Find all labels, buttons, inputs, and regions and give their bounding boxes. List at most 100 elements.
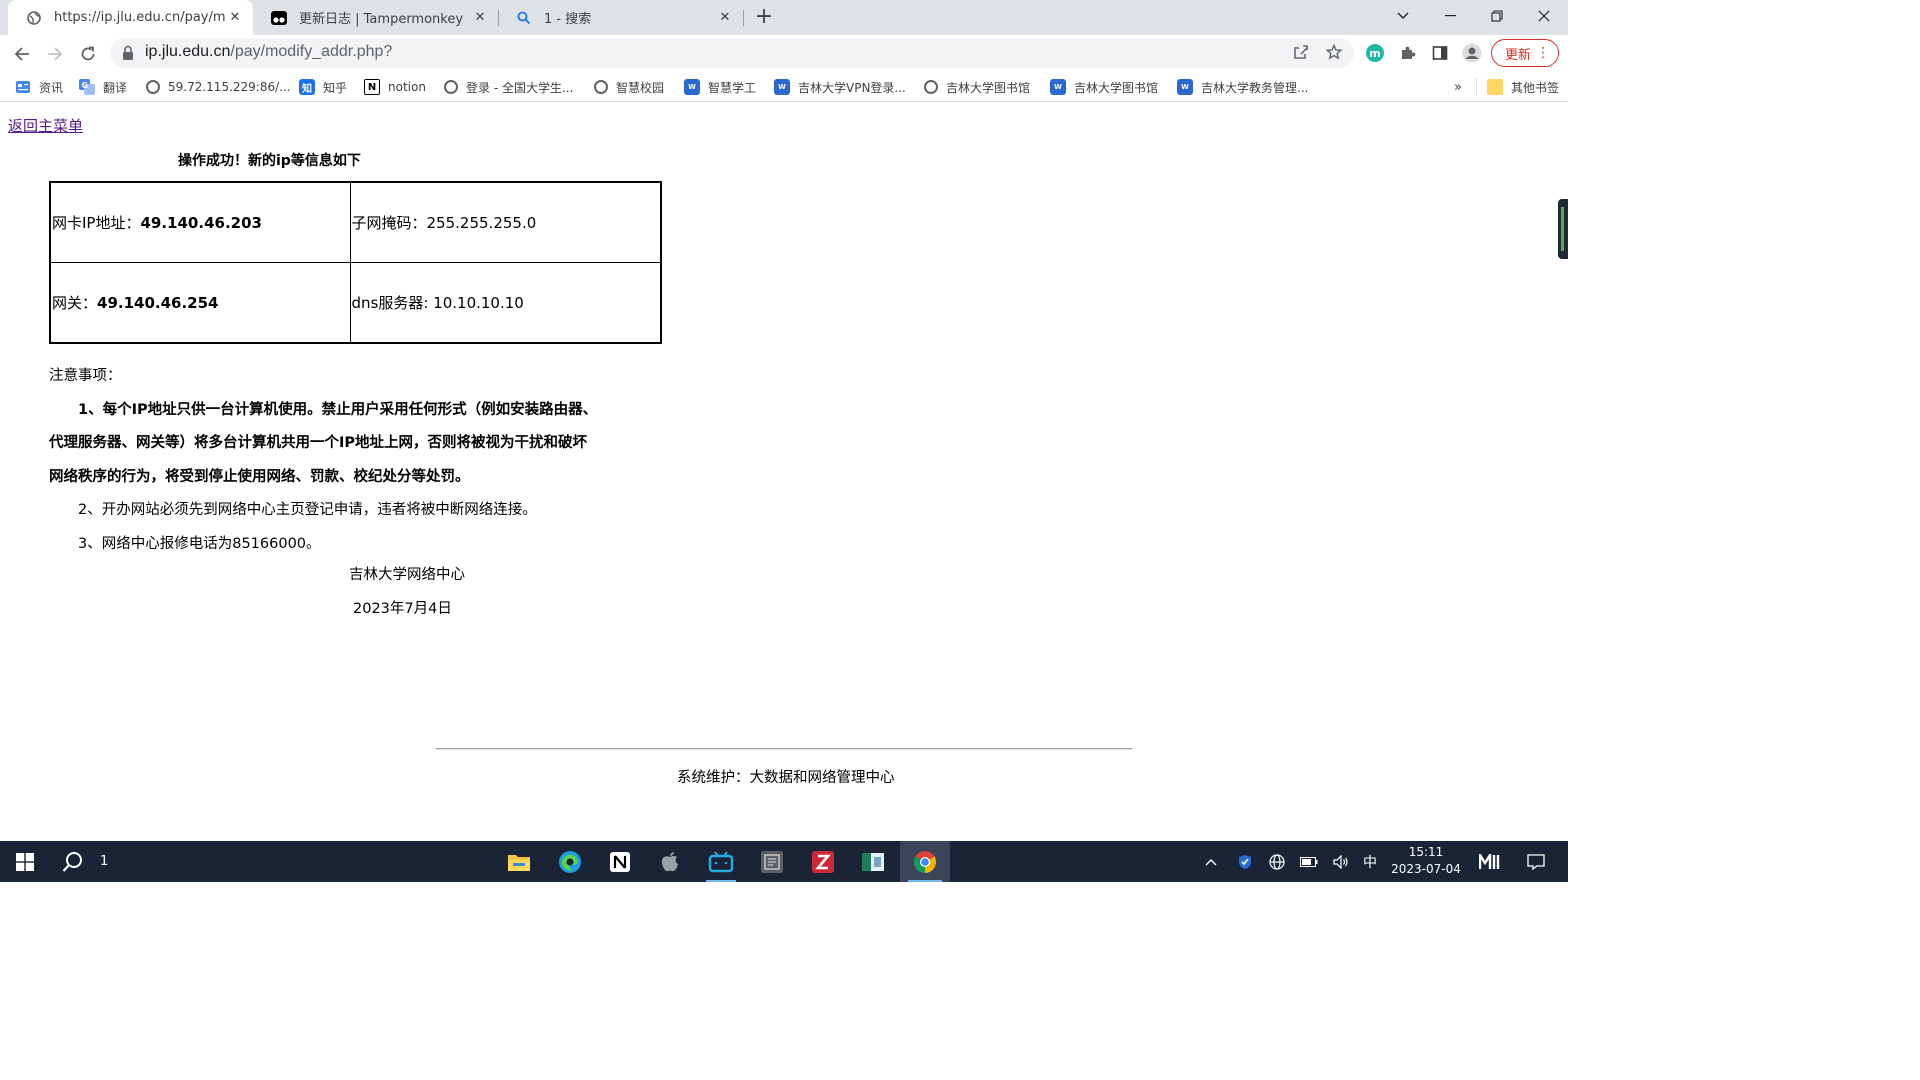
app-logo-icon[interactable]	[1476, 841, 1504, 882]
apple-app-icon[interactable]	[647, 841, 693, 882]
network-globe-icon[interactable]	[1266, 841, 1288, 882]
tab-title: 1 - 搜索	[544, 12, 592, 27]
bookmark-item[interactable]: W 吉林大学VPN登录...	[774, 78, 906, 96]
bookmark-star-icon[interactable]	[1324, 43, 1344, 64]
lock-icon[interactable]	[122, 45, 138, 61]
notice-item-1-line-1: 1、每个IP地址只供一台计算机使用。禁止用户采用任何形式（例如安装路由器、	[78, 401, 598, 418]
globe-icon	[146, 80, 160, 94]
system-clock[interactable]: 15:11 2023-07-04	[1380, 844, 1472, 878]
restore-icon[interactable]	[1474, 0, 1520, 32]
table-row: 网卡IP地址：49.140.46.203 子网掩码：255.255.255.0	[49, 181, 662, 263]
bookmark-item[interactable]: Nnotion	[364, 78, 426, 96]
bookmark-item[interactable]: 知知乎	[299, 78, 347, 96]
bookmark-item[interactable]: 吉林大学图书馆	[924, 78, 1030, 96]
forward-arrow-icon[interactable]	[41, 40, 69, 68]
chrome-icon[interactable]	[900, 841, 950, 882]
globe-icon	[924, 80, 938, 94]
ip-label: 网卡IP地址：	[52, 214, 141, 232]
bookmark-label: 智慧学工	[708, 80, 757, 95]
page-content: 返回主菜单 操作成功！新的ip等信息如下 网卡IP地址：49.140.46.20…	[0, 103, 1568, 841]
svg-text:G: G	[82, 81, 89, 90]
clock-time: 15:11	[1408, 845, 1444, 859]
dns-cell: dns服务器: 10.10.10.10	[349, 262, 662, 344]
file-explorer-icon[interactable]	[496, 841, 542, 882]
address-bar[interactable]: ip.jlu.edu.cn/pay/modify_addr.php?	[110, 38, 1354, 68]
bookmark-item[interactable]: G 翻译	[79, 78, 127, 96]
bookmark-item[interactable]: 资讯	[15, 78, 63, 96]
chevron-up-icon[interactable]	[1200, 841, 1222, 882]
taskbar-search[interactable]: 1	[50, 841, 120, 882]
bookmark-item[interactable]: W 吉林大学图书馆	[1050, 78, 1158, 96]
table-row: 网关：49.140.46.254 dns服务器: 10.10.10.10	[49, 262, 662, 344]
other-bookmarks-folder[interactable]: 其他书签	[1476, 78, 1559, 96]
bookmark-item[interactable]: 智慧校园	[594, 78, 664, 96]
ime-indicator[interactable]: 中	[1359, 841, 1381, 882]
bookmarks-bar: 资讯 G 翻译 59.72.115.229:86/... 知知乎 Nnotion…	[0, 72, 1568, 102]
gateway-label: 网关：	[52, 294, 98, 312]
signature-org: 吉林大学网络中心	[349, 567, 465, 583]
ip-value: 49.140.46.203	[140, 214, 262, 232]
url-path: /pay/modify_addr.php?	[230, 43, 393, 60]
speaker-icon[interactable]	[1330, 841, 1352, 882]
bookmark-item[interactable]: W 智慧学工	[684, 78, 756, 96]
tab-search-chevron-icon[interactable]	[1380, 0, 1426, 32]
bookmark-label: 吉林大学VPN登录...	[798, 80, 906, 95]
zotero-icon[interactable]	[800, 841, 846, 882]
side-panel-icon[interactable]	[1429, 42, 1451, 64]
close-tab-icon[interactable]: ✕	[225, 10, 245, 25]
back-arrow-icon[interactable]	[8, 40, 36, 68]
new-tab-button[interactable]: +	[752, 4, 776, 30]
windows-taskbar: 1 中 15:11 2023-07-04	[0, 841, 1568, 882]
footer-maintainer: 系统维护：大数据和网络管理中心	[677, 770, 895, 786]
bookmark-item[interactable]: 59.72.115.229:86/...	[146, 78, 291, 96]
folder-icon	[1487, 79, 1503, 95]
bookmark-label: 资讯	[39, 80, 64, 95]
bookmark-label: 智慧校园	[616, 80, 665, 95]
edge-browser-icon[interactable]	[547, 841, 593, 882]
close-tab-icon[interactable]: ✕	[470, 10, 490, 25]
dns-value: 10.10.10.10	[433, 294, 524, 312]
word-icon: W	[1050, 79, 1066, 95]
update-button[interactable]: 更新 ⋮	[1491, 39, 1559, 67]
globe-icon	[444, 80, 458, 94]
close-window-icon[interactable]	[1521, 0, 1567, 32]
reload-icon[interactable]	[74, 40, 102, 68]
word-icon: W	[684, 79, 700, 95]
tampermonkey-icon	[271, 10, 287, 26]
extension-m-icon[interactable]: m	[1364, 42, 1386, 64]
minimize-icon[interactable]	[1427, 0, 1473, 32]
profile-avatar-icon[interactable]	[1461, 42, 1483, 64]
notion-app-icon[interactable]	[597, 841, 643, 882]
extensions-puzzle-icon[interactable]	[1397, 42, 1419, 64]
bookmark-label: 翻译	[103, 80, 128, 95]
app-window-icon[interactable]	[850, 841, 896, 882]
battery-icon[interactable]	[1298, 841, 1320, 882]
shield-icon[interactable]	[1234, 841, 1256, 882]
tab-tampermonkey[interactable]: 更新日志 | Tampermonkey ✕	[253, 0, 498, 35]
bookmark-item[interactable]: W 吉林大学教务管理...	[1177, 78, 1308, 96]
dns-label: dns服务器:	[351, 294, 434, 312]
windows-start-icon[interactable]	[2, 841, 48, 882]
globe-icon	[26, 10, 42, 26]
bookmark-label: 吉林大学图书馆	[1074, 80, 1159, 95]
notice-item-1-line-3: 网络秩序的行为，将受到停止使用网络、罚款、校纪处分等处罚。	[49, 468, 470, 485]
bilibili-icon[interactable]	[698, 841, 744, 882]
bookmark-item[interactable]: 登录 - 全国大学生...	[444, 78, 573, 96]
side-handle-widget[interactable]	[1558, 199, 1568, 259]
back-to-main-menu-link[interactable]: 返回主菜单	[8, 115, 83, 136]
share-icon[interactable]	[1291, 44, 1311, 64]
tab-active[interactable]: https://ip.jlu.edu.cn/pay/modi ✕	[8, 0, 253, 35]
notice-item-3: 3、网络中心报修电话为85166000。	[78, 535, 321, 552]
translate-icon: G	[79, 79, 95, 95]
more-vertical-icon: ⋮	[1536, 45, 1550, 61]
globe-icon	[594, 80, 608, 94]
notification-center-icon[interactable]	[1522, 841, 1550, 882]
tab-search[interactable]: 1 - 搜索 ✕	[498, 0, 743, 35]
search-icon	[62, 851, 82, 872]
app-dark-icon[interactable]	[749, 841, 795, 882]
more-bookmarks-chevron[interactable]: »	[1454, 78, 1462, 96]
close-tab-icon[interactable]: ✕	[715, 10, 735, 25]
running-indicator	[908, 880, 942, 882]
bookmark-label: 吉林大学图书馆	[946, 80, 1031, 95]
bookmark-label: 登录 - 全国大学生...	[466, 80, 574, 95]
